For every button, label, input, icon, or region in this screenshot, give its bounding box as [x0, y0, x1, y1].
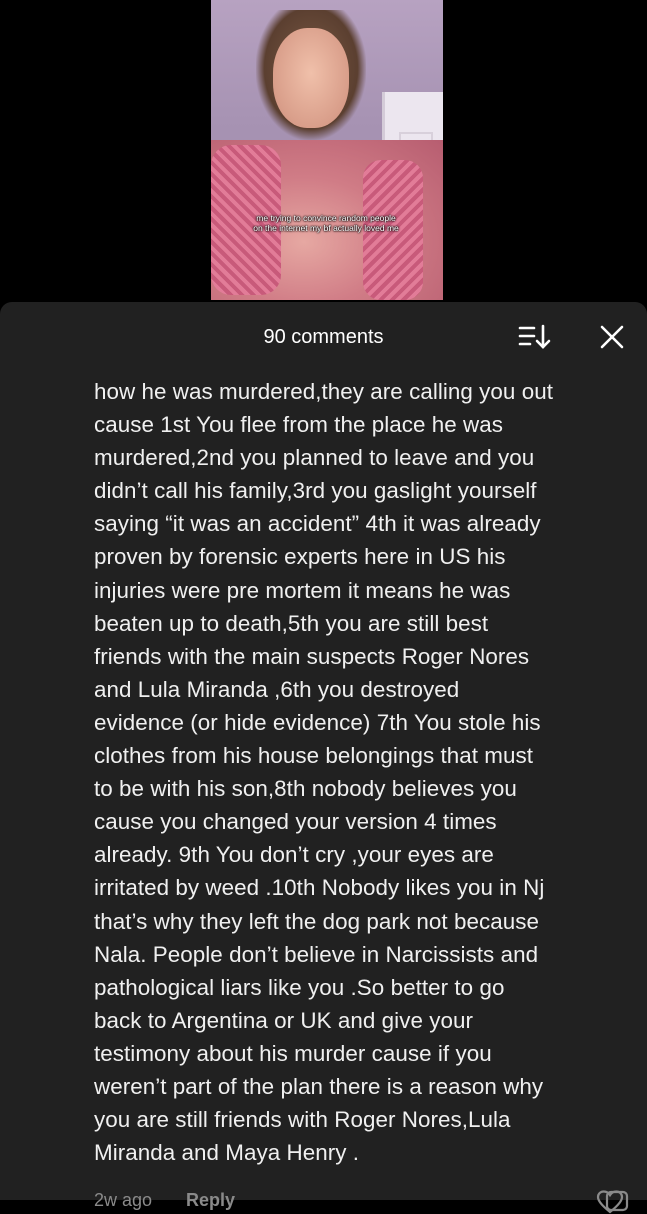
video-caption: me trying to convince random people on t… — [253, 213, 399, 233]
video-preview[interactable]: me trying to convince random people on t… — [211, 0, 443, 300]
comment-body: how he was murdered,they are calling you… — [94, 379, 553, 1166]
sort-icon[interactable] — [518, 322, 552, 352]
comments-sheet: 90 comments how he was murdered,they are… — [0, 302, 647, 1214]
reply-button[interactable]: Reply — [186, 1190, 235, 1211]
comment-meta: 2w ago Reply — [94, 1190, 624, 1214]
close-icon[interactable] — [597, 322, 627, 352]
comment-time: 2w ago — [94, 1190, 153, 1210]
comments-header: 90 comments — [0, 302, 647, 368]
dislike-icon[interactable] — [604, 1190, 632, 1214]
person-face — [273, 28, 349, 128]
